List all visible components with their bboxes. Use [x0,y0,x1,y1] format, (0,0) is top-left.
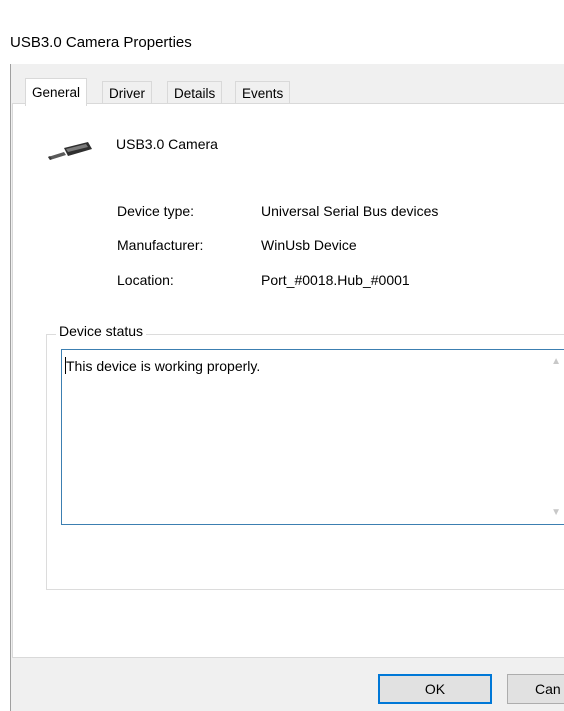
ok-button-label: OK [424,681,446,697]
manufacturer-label: Manufacturer: [117,237,204,253]
tab-label: General [32,85,81,100]
device-status-textbox[interactable]: This device is working properly. ▲ ▼ [61,349,564,525]
usb-plug-icon [48,142,92,160]
location-label: Location: [117,272,174,288]
device-type-label: Device type: [117,203,195,219]
device-status-legend: Device status [56,323,147,339]
tab-label: Driver [109,86,145,101]
device-status-text: This device is working properly. [66,358,261,374]
window-title: USB3.0 Camera Properties [10,34,192,51]
title-bar[interactable]: USB3.0 Camera Properties [0,0,564,64]
device-type-value: Universal Serial Bus devices [261,203,439,219]
cancel-button[interactable]: Can [507,674,564,704]
cancel-button-label: Can [535,681,561,697]
tab-label: Details [174,86,216,101]
tab-events[interactable]: Events [235,81,291,104]
scroll-up-arrow-icon[interactable]: ▲ [551,356,561,367]
scroll-down-arrow-icon[interactable]: ▼ [551,507,561,518]
tab-details[interactable]: Details [167,81,223,104]
tab-label: Events [242,86,284,101]
ok-button[interactable]: OK [378,674,492,704]
manufacturer-value: WinUsb Device [261,237,357,253]
tab-general[interactable]: General [25,78,88,106]
tab-driver[interactable]: Driver [102,81,152,104]
location-value: Port_#0018.Hub_#0001 [261,272,410,288]
device-name: USB3.0 Camera [116,136,218,152]
